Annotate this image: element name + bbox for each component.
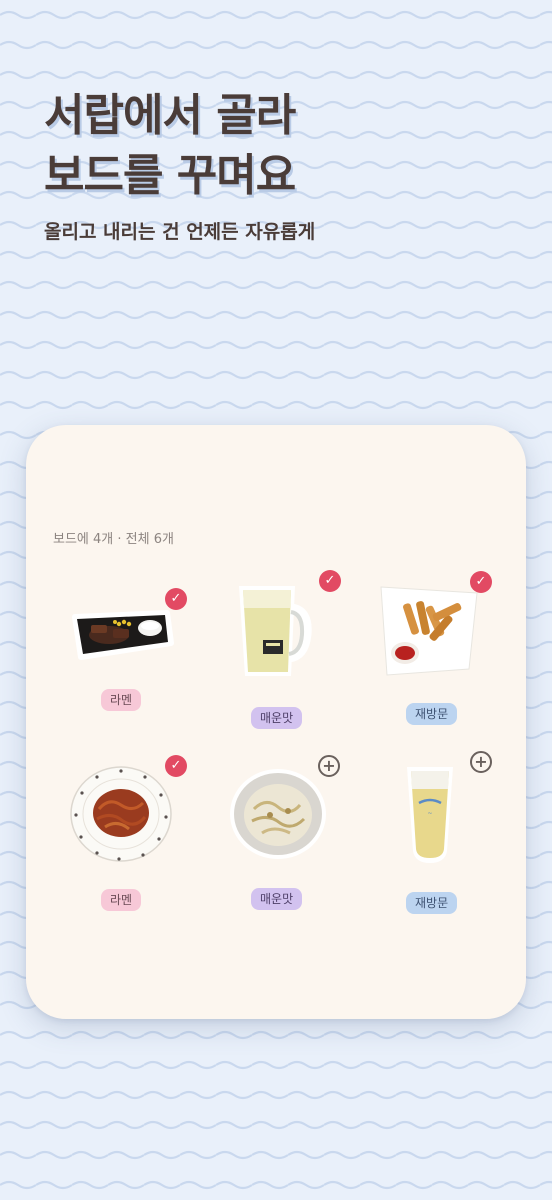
- item-tag: 재방문: [406, 703, 458, 725]
- title-line-2: 보드를 꾸며요: [44, 150, 296, 201]
- item-tag: 매운맛: [251, 707, 303, 729]
- board-item[interactable]: ✓ 라멘: [61, 575, 211, 755]
- check-icon[interactable]: ✓: [165, 588, 187, 610]
- board-item[interactable]: + 매운맛: [216, 755, 366, 935]
- item-tag: 라멘: [101, 889, 142, 911]
- pasta-plate-image: [69, 765, 173, 863]
- plus-icon[interactable]: +: [318, 755, 340, 777]
- item-tag: 라멘: [101, 689, 142, 711]
- title-line-1: 서랍에서 골라: [44, 90, 296, 141]
- item-tag: 재방문: [406, 892, 458, 914]
- steak-plate-image: [69, 595, 174, 663]
- beer-glass-image: ~: [403, 763, 457, 867]
- check-icon[interactable]: ✓: [470, 571, 492, 593]
- plus-icon[interactable]: +: [470, 751, 492, 773]
- page-subtitle: 올리고 내리는 건 언제든 자유롭게: [44, 221, 316, 243]
- check-icon[interactable]: ✓: [165, 755, 187, 777]
- board-item[interactable]: ✓ 라멘: [61, 755, 211, 935]
- page-title: 서랍에서 골라 보드를 꾸며요: [44, 86, 296, 206]
- board-item[interactable]: ✓ 매운맛: [203, 570, 353, 750]
- svg-text:~: ~: [427, 810, 432, 817]
- item-tag: 매운맛: [251, 888, 303, 910]
- board-item[interactable]: ~ + 재방문: [371, 751, 521, 935]
- spring-rolls-image: [379, 585, 479, 677]
- noodle-bowl-image: [228, 767, 328, 861]
- check-icon[interactable]: ✓: [319, 570, 341, 592]
- board-item[interactable]: ✓ 재방문: [371, 571, 521, 755]
- board-card: 보드에 4개 · 전체 6개 ✓ 라멘 ✓ 매운맛 ✓ 재방문 ✓ 라멘 + 매…: [26, 425, 526, 1019]
- beer-mug-image: [233, 578, 313, 683]
- board-count: 보드에 4개 · 전체 6개: [53, 532, 174, 547]
